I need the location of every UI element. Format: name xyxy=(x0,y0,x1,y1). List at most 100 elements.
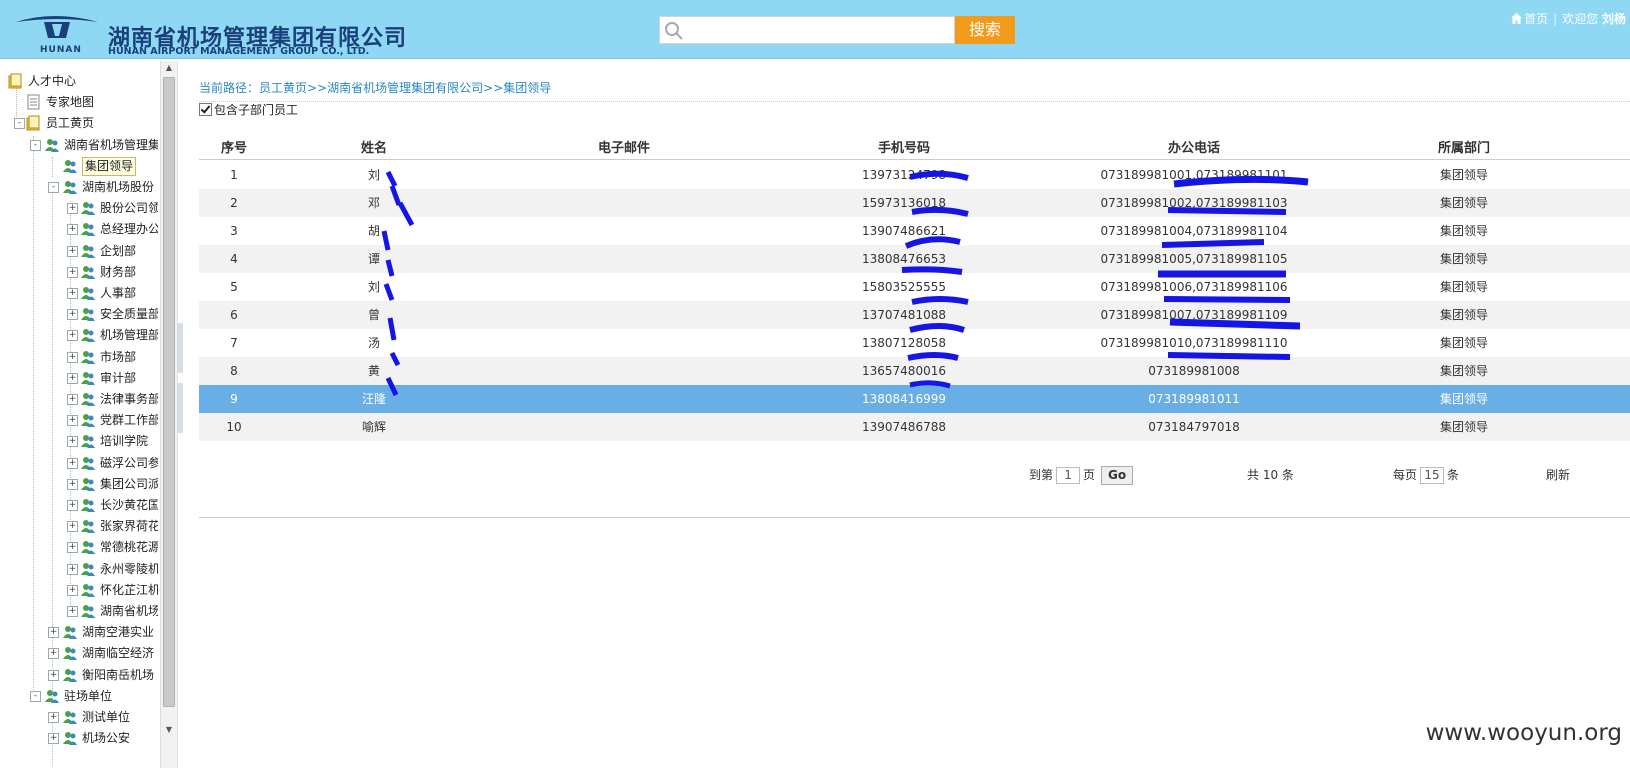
page-number-input[interactable]: 1 xyxy=(1056,467,1081,484)
tree-node[interactable]: + 党群工作部 xyxy=(0,410,158,430)
tree-node-label[interactable]: 长沙黄花国 xyxy=(100,495,158,515)
tree-node-label[interactable]: 机场管理部 xyxy=(100,325,158,345)
tree-node[interactable]: - 湖南省机场管理集 xyxy=(0,135,158,155)
home-link[interactable]: 首页 xyxy=(1524,12,1548,26)
tree-node-label[interactable]: 怀化芷江机 xyxy=(100,580,158,600)
expand-icon[interactable]: + xyxy=(48,733,59,745)
tree-node[interactable]: + 人事部 xyxy=(0,283,158,303)
refresh-button[interactable]: 刷新 xyxy=(1546,466,1570,483)
expand-icon[interactable]: + xyxy=(48,648,59,660)
expand-icon[interactable]: + xyxy=(48,669,59,681)
tree-node-label[interactable]: 安全质量部 xyxy=(100,304,158,324)
tree-node[interactable]: 人才中心 xyxy=(0,71,158,91)
tree-node-label[interactable]: 湖南机场股份 xyxy=(82,177,154,197)
tree-node-label[interactable]: 法律事务部 xyxy=(100,389,158,409)
tree-node-label[interactable]: 总经理办公 xyxy=(100,219,158,239)
table-row[interactable]: 7 汤 13807128058 073189981010,073189981110 集团… xyxy=(199,329,1630,357)
tree-node[interactable]: + 永州零陵机 xyxy=(0,559,158,579)
table-row[interactable]: 4 谭 13808476653 073189981005,073189981105 集团… xyxy=(199,245,1630,273)
checkbox-checked[interactable] xyxy=(199,103,212,116)
panel-collapse-handle[interactable] xyxy=(177,383,183,433)
expand-icon[interactable]: + xyxy=(67,288,78,299)
expand-icon[interactable]: + xyxy=(67,606,78,617)
collapse-icon[interactable]: - xyxy=(14,118,25,130)
go-button[interactable]: Go xyxy=(1101,466,1134,485)
expand-icon[interactable]: + xyxy=(67,224,78,236)
expand-icon[interactable]: + xyxy=(67,330,78,342)
expand-icon[interactable]: + xyxy=(48,627,59,639)
tree-node[interactable]: - 员工黄页 xyxy=(0,113,158,133)
tree-node[interactable]: + 培训学院 xyxy=(0,431,158,451)
per-page-input[interactable]: 15 xyxy=(1420,467,1445,484)
tree-node-label[interactable]: 磁浮公司参 xyxy=(100,453,158,473)
tree-node-label[interactable]: 湖南省机场管理集 xyxy=(64,135,158,155)
tree-node[interactable]: + 衡阳南岳机场 xyxy=(0,665,158,685)
tree-node-label[interactable]: 人才中心 xyxy=(28,71,76,91)
tree-node[interactable]: 集团领导 xyxy=(0,156,158,176)
tree-node-label[interactable]: 集团领导 xyxy=(82,156,137,176)
tree-node[interactable]: + 安全质量部 xyxy=(0,304,158,324)
expand-icon[interactable]: + xyxy=(67,500,78,511)
tree-node[interactable]: 专家地图 xyxy=(0,92,158,112)
tree-node[interactable]: + 常德桃花源 xyxy=(0,537,158,557)
table-row[interactable]: 9 汪隆 13808416999 073189981011 集团领导 xyxy=(199,385,1630,413)
tree-node-label[interactable]: 培训学院 xyxy=(100,431,148,451)
tree-node[interactable]: + 磁浮公司参 xyxy=(0,453,158,473)
tree-node[interactable]: + 湖南临空经济 xyxy=(0,643,158,663)
tree-node[interactable]: + 股份公司领 xyxy=(0,198,158,218)
tree-node[interactable]: + 总经理办公 xyxy=(0,219,158,239)
tree-node-label[interactable]: 财务部 xyxy=(100,262,136,282)
tree-node[interactable]: + 测试单位 xyxy=(0,707,158,727)
expand-icon[interactable]: + xyxy=(67,415,78,427)
tree-node-label[interactable]: 湖南临空经济 xyxy=(82,643,154,663)
tree-node[interactable]: - 驻场单位 xyxy=(0,686,158,706)
table-row[interactable]: 6 曾 13707481088 073189981007,073189981109 集团… xyxy=(199,301,1630,329)
expand-icon[interactable]: + xyxy=(67,457,78,469)
tree-node[interactable]: + 集团公司派 xyxy=(0,474,158,494)
table-row[interactable]: 2 邓 15973136018 073189981002,073189981103 集团… xyxy=(199,189,1630,217)
tree-node[interactable]: + 机场公安 xyxy=(0,728,158,748)
tree-node-label[interactable]: 专家地图 xyxy=(46,92,94,112)
table-row[interactable]: 3 胡 13907486621 073189981004,073189981104 集团… xyxy=(199,217,1630,245)
table-row[interactable]: 5 刘 15803525555 073189981006,073189981106 集团… xyxy=(199,273,1630,301)
tree-node-label[interactable]: 企划部 xyxy=(100,241,136,261)
tree-node-label[interactable]: 党群工作部 xyxy=(100,410,158,430)
expand-icon[interactable]: + xyxy=(67,436,78,448)
tree-node-label[interactable]: 永州零陵机 xyxy=(100,559,158,579)
tree-node-label[interactable]: 人事部 xyxy=(100,283,136,303)
tree-node[interactable]: + 市场部 xyxy=(0,347,158,367)
expand-icon[interactable]: + xyxy=(67,245,78,257)
tree-node[interactable]: - 湖南机场股份 xyxy=(0,177,158,197)
tree-node[interactable]: + 企划部 xyxy=(0,241,158,261)
expand-icon[interactable]: + xyxy=(67,203,78,215)
tree-node-label[interactable]: 审计部 xyxy=(100,368,136,388)
tree-node-label[interactable]: 股份公司领 xyxy=(100,198,158,218)
tree-node[interactable]: + 长沙黄花国 xyxy=(0,495,158,515)
panel-splitter[interactable] xyxy=(177,323,183,373)
scroll-down-icon[interactable]: ▼ xyxy=(164,725,174,735)
table-row[interactable]: 1 刘 13973124798 073189981001,073189981101 集团… xyxy=(199,161,1630,189)
collapse-icon[interactable]: - xyxy=(48,182,59,193)
expand-icon[interactable]: + xyxy=(67,478,78,490)
table-row[interactable]: 10 喻辉 13907486788 073184797018 集团领导 xyxy=(199,413,1630,441)
expand-icon[interactable]: + xyxy=(67,394,78,405)
tree-node-label[interactable]: 市场部 xyxy=(100,347,136,367)
expand-icon[interactable]: + xyxy=(48,712,59,723)
tree-node-label[interactable]: 湖南省机场 xyxy=(100,601,158,621)
tree-node[interactable]: + 财务部 xyxy=(0,262,158,282)
expand-icon[interactable]: + xyxy=(67,309,78,321)
tree-node-label[interactable]: 集团公司派 xyxy=(100,474,158,494)
tree-node-label[interactable]: 员工黄页 xyxy=(46,113,94,133)
expand-icon[interactable]: + xyxy=(67,372,78,384)
breadcrumb[interactable]: 当前路径：员工黄页>>湖南省机场管理集团有限公司>>集团领导 xyxy=(199,79,551,96)
include-sub-checkbox[interactable]: 包含子部门员工 xyxy=(199,101,298,118)
expand-icon[interactable]: + xyxy=(67,542,78,554)
tree-node[interactable]: + 湖南空港实业 xyxy=(0,622,158,642)
tree-node[interactable]: + 机场管理部 xyxy=(0,325,158,345)
tree-node[interactable]: + 湖南省机场 xyxy=(0,601,158,621)
scroll-up-icon[interactable]: ▲ xyxy=(164,63,174,73)
tree-node[interactable]: + 法律事务部 xyxy=(0,389,158,409)
tree-node-label[interactable]: 驻场单位 xyxy=(64,686,112,706)
search-input[interactable] xyxy=(659,16,955,44)
tree-node[interactable]: + 张家界荷花 xyxy=(0,516,158,536)
